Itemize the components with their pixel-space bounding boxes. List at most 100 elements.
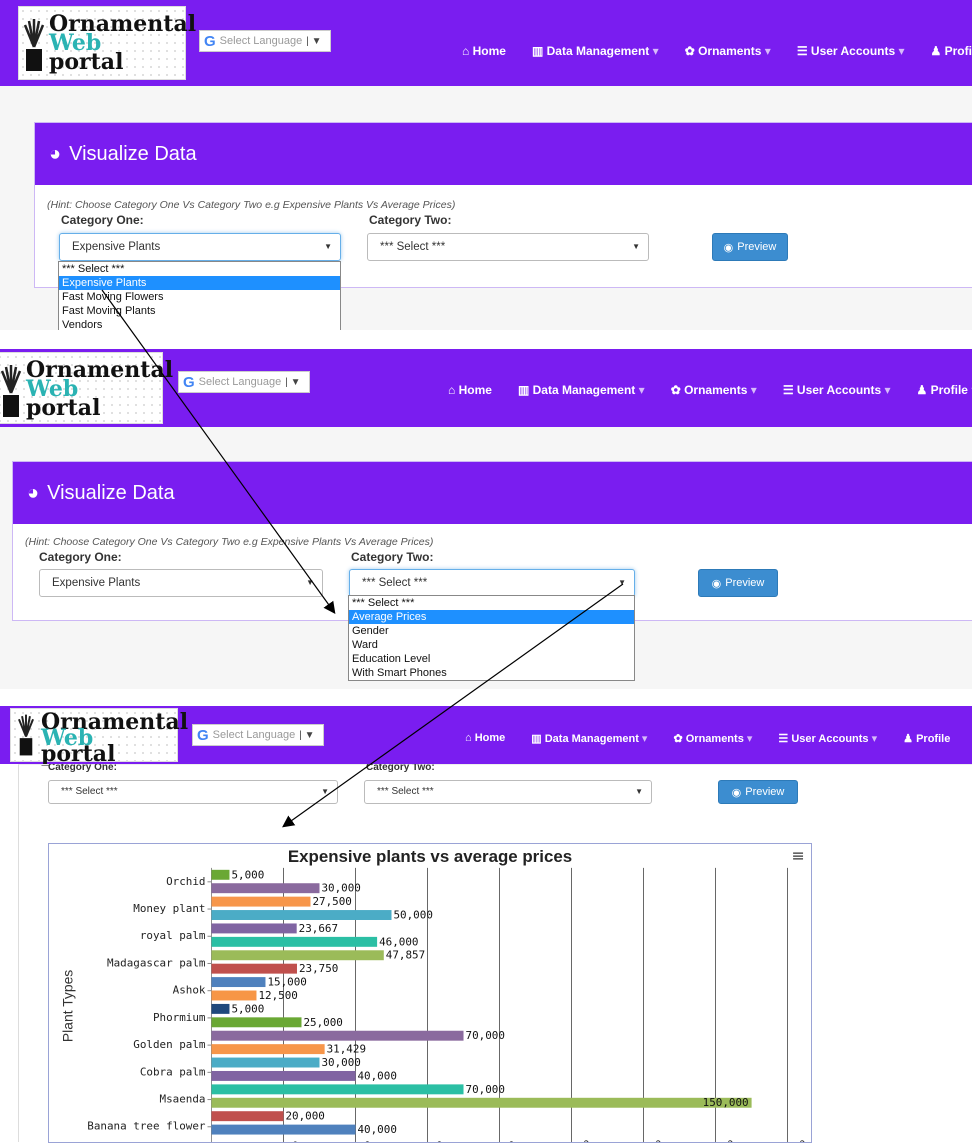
nav-user-accounts[interactable]: ☰ User Accounts ▾ [797,44,905,58]
bar [211,1017,302,1028]
bar [211,1030,464,1041]
data-label: 50,000 [393,909,432,922]
option[interactable]: Fast Moving Plants [59,304,340,318]
category-two-label: Category Two: [351,550,434,564]
category-two-select[interactable]: *** Select *** ▼ [364,780,652,804]
nav-ornaments[interactable]: ✿ Ornaments ▾ [685,44,771,58]
category-label: Ashok [173,984,206,997]
bar-chart: Expensive plants vs average prices≡020,0… [48,843,812,1143]
option[interactable]: Education Level [349,652,634,666]
category-one-label: Category One: [39,550,122,564]
category-label: Phormium [153,1011,206,1024]
data-label: 30,000 [321,1056,360,1069]
bar [211,977,266,988]
dropdown-arrow-icon: | ▼ [306,35,322,47]
nav-profile[interactable]: ♟ Profile [903,732,950,745]
data-label: 27,500 [312,895,351,908]
caret-down-icon: ▼ [321,787,329,796]
data-label: 15,000 [267,976,306,989]
portal-logo[interactable]: Ornamental Web portal [10,708,188,767]
category-two-select[interactable]: *** Select *** ▼ [367,233,649,261]
translate-widget[interactable]: G Select Language | ▼ [178,371,310,393]
nav-data-management[interactable]: ▥ Data Management ▾ [531,732,647,745]
category-one-select[interactable]: Expensive Plants ▼ [39,569,323,597]
category-label: Orchid [166,875,205,888]
bar [211,990,257,1001]
bar [211,910,392,920]
nav-profile[interactable]: ♟ Profile ▾ [931,44,972,58]
option[interactable]: With Smart Phones [349,666,634,680]
data-label: 47,857 [386,949,425,962]
google-icon: G [204,32,216,50]
option[interactable]: Vendors [59,318,340,330]
category-one-dropdown[interactable]: *** Select *** Expensive Plants Fast Mov… [58,261,341,330]
data-label: 150,000 [703,1096,749,1109]
option[interactable]: *** Select *** [349,596,634,610]
category-two-dropdown[interactable]: *** Select *** Average Prices Gender War… [348,595,635,681]
plant-pot-icon [23,19,45,71]
card-title: Visualize Data [69,142,197,165]
bar [211,1084,464,1095]
bar [211,1097,752,1108]
nav-home[interactable]: ⌂ Home [462,44,506,58]
pie-chart-icon: ◕ [27,481,40,504]
bar [211,883,320,894]
eye-icon: ◉ [723,241,734,254]
data-label: 70,000 [466,1029,505,1042]
translate-widget[interactable]: G Select Language | ▼ [192,724,324,746]
nav-user-accounts[interactable]: ☰ User Accounts ▾ [778,732,877,745]
nav-data-management[interactable]: ▥ Data Management ▾ [532,44,659,58]
bar [211,950,384,961]
nav-menu: ⌂ Home ▥ Data Management ▾ ✿ Ornaments ▾… [465,732,950,745]
category-label: Banana tree flower [87,1120,206,1133]
nav-data-management[interactable]: ▥ Data Management ▾ [518,383,645,397]
nav-home[interactable]: ⌂ Home [465,732,505,745]
caret-down-icon: ▼ [632,242,640,251]
option-selected[interactable]: Expensive Plants [59,276,340,290]
portal-logo[interactable]: Ornamental Web portal [0,352,173,424]
data-label: 40,000 [357,1069,396,1082]
category-one-select[interactable]: *** Select *** ▼ [48,780,338,804]
nav-profile[interactable]: ♟ Profile ▾ [917,383,972,397]
x-tick-label: 100,000 [549,1139,592,1143]
bar [211,1044,325,1055]
category-two-select[interactable]: *** Select *** ▼ [349,569,635,597]
translate-label: Select Language [219,35,303,47]
category-one-select[interactable]: Expensive Plants ▼ [59,233,341,261]
translate-label: Select Language [212,729,296,741]
portal-logo[interactable]: Ornamental Web portal [18,6,196,80]
bar [211,1124,356,1135]
x-tick-label: 120,000 [621,1139,664,1143]
nav-user-accounts[interactable]: ☰ User Accounts ▾ [783,383,891,397]
nav-ornaments[interactable]: ✿ Ornaments ▾ [673,732,752,745]
bar [211,896,311,907]
caret-down-icon: ▼ [635,787,643,796]
x-tick-label: 160,000 [765,1139,808,1143]
plant-pot-icon [0,365,22,417]
data-label: 70,000 [466,1083,505,1096]
data-label: 40,000 [357,1123,396,1136]
category-label: Msaenda [160,1093,206,1106]
option[interactable]: Gender [349,624,634,638]
bar [211,1057,320,1068]
nav-ornaments[interactable]: ✿ Ornaments ▾ [671,383,757,397]
preview-button[interactable]: ◉ Preview [698,569,778,597]
option[interactable]: Fast Moving Flowers [59,290,340,304]
eye-icon: ◉ [711,577,722,590]
chart-menu-icon: ≡ [792,846,805,865]
card-title: Visualize Data [47,481,175,504]
option[interactable]: *** Select *** [59,262,340,276]
data-label: 5,000 [231,1002,264,1015]
step1-panel: Ornamental Web portal G Select Language | … [0,0,972,330]
preview-button[interactable]: ◉ Preview [718,780,798,804]
option-selected[interactable]: Average Prices [349,610,634,624]
category-two-label: Category Two: [369,213,452,227]
bar [211,923,297,934]
translate-widget[interactable]: G Select Language | ▼ [199,30,331,52]
option[interactable]: Ward [349,638,634,652]
nav-home[interactable]: ⌂ Home [448,383,492,397]
category-one-label: Category One: [48,764,117,772]
pie-chart-icon: ◕ [49,142,62,165]
preview-button[interactable]: ◉ Preview [712,233,788,261]
data-label: 23,750 [299,962,338,975]
